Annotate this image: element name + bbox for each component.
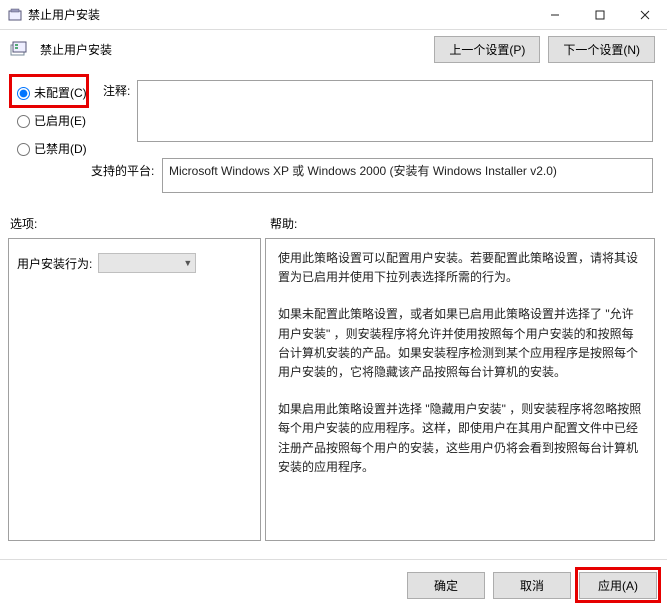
radio-enabled[interactable]: 已启用(E) xyxy=(12,106,104,134)
titlebar: 禁止用户安装 xyxy=(0,0,667,30)
radio-disabled-label: 已禁用(D) xyxy=(34,140,87,157)
policy-large-icon xyxy=(10,41,34,57)
radio-disabled-input[interactable] xyxy=(17,143,30,156)
user-install-behavior-label: 用户安装行为: xyxy=(17,255,92,272)
radio-enabled-label: 已启用(E) xyxy=(34,112,86,129)
user-install-behavior-combo[interactable]: ▼ xyxy=(98,253,196,273)
ok-button[interactable]: 确定 xyxy=(407,572,485,599)
policy-icon xyxy=(8,8,22,22)
platform-label: 支持的平台: xyxy=(91,162,154,179)
help-paragraph-1: 使用此策略设置可以配置用户安装。若要配置此策略设置，请将其设置为已启用并使用下拉… xyxy=(278,249,642,287)
help-panel[interactable]: 使用此策略设置可以配置用户安装。若要配置此策略设置，请将其设置为已启用并使用下拉… xyxy=(265,238,655,541)
radio-enabled-input[interactable] xyxy=(17,115,30,128)
window-controls xyxy=(532,0,667,29)
header-title: 禁止用户安装 xyxy=(40,41,112,58)
options-panel: 用户安装行为: ▼ xyxy=(8,238,261,541)
prev-setting-button[interactable]: 上一个设置(P) xyxy=(434,36,540,63)
footer: 确定 取消 应用(A) xyxy=(0,559,667,611)
next-setting-button[interactable]: 下一个设置(N) xyxy=(548,36,655,63)
radio-disabled[interactable]: 已禁用(D) xyxy=(12,134,104,162)
cancel-button[interactable]: 取消 xyxy=(493,572,571,599)
highlight-apply xyxy=(575,567,661,603)
options-label: 选项: xyxy=(10,215,37,232)
platform-box: Microsoft Windows XP 或 Windows 2000 (安装有… xyxy=(162,158,653,193)
help-paragraph-2: 如果未配置此策略设置，或者如果已启用此策略设置并选择了 "允许用户安装" ，则安… xyxy=(278,305,642,382)
highlight-not-configured xyxy=(9,74,89,108)
help-paragraph-3: 如果启用此策略设置并选择 "隐藏用户安装" ，则安装程序将忽略按照每个用户安装的… xyxy=(278,400,642,477)
comment-label: 注释: xyxy=(103,82,130,99)
maximize-button[interactable] xyxy=(577,0,622,29)
close-button[interactable] xyxy=(622,0,667,29)
minimize-button[interactable] xyxy=(532,0,577,29)
platform-text: Microsoft Windows XP 或 Windows 2000 (安装有… xyxy=(169,164,557,178)
window-title: 禁止用户安装 xyxy=(28,6,100,23)
comment-textarea[interactable] xyxy=(137,80,653,142)
header-row: 禁止用户安装 上一个设置(P) 下一个设置(N) xyxy=(0,30,667,68)
chevron-down-icon: ▼ xyxy=(183,258,192,268)
help-label: 帮助: xyxy=(270,215,297,232)
